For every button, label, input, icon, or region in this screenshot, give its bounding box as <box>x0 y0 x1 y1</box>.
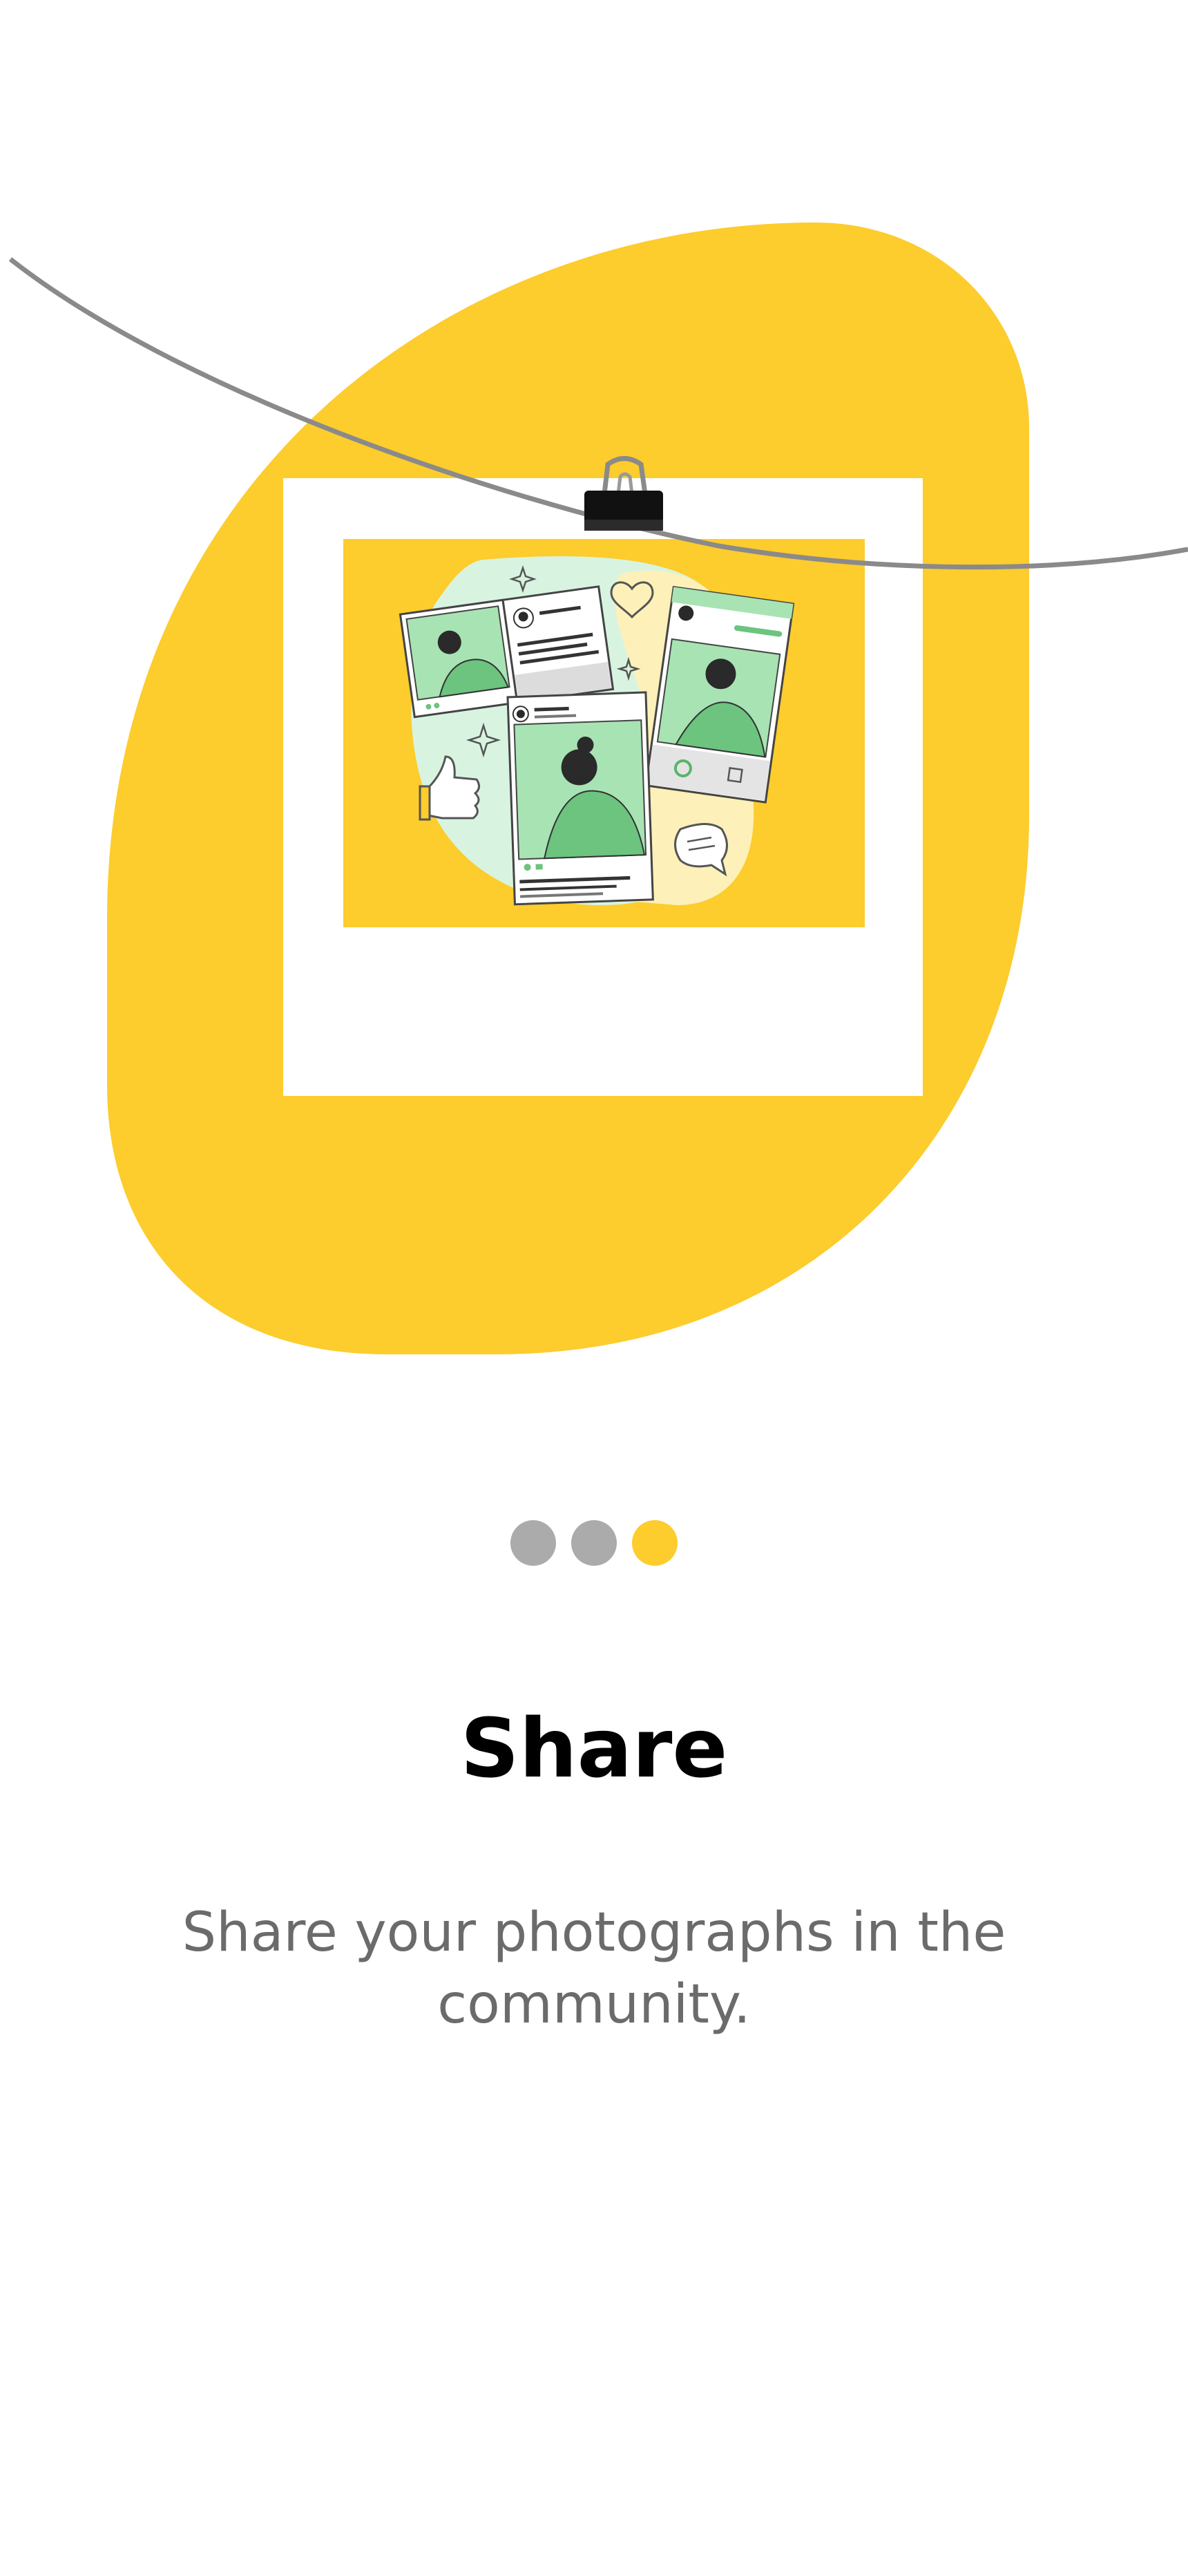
hero-illustration <box>0 0 1188 1382</box>
page-indicator <box>0 1520 1188 1566</box>
page-dot-2[interactable] <box>571 1520 617 1566</box>
page-dot-3-active[interactable] <box>632 1520 678 1566</box>
page-title: Share <box>460 1701 728 1796</box>
page-description: Share your photographs in the community. <box>182 1902 1006 2036</box>
page-dot-1[interactable] <box>510 1520 556 1566</box>
